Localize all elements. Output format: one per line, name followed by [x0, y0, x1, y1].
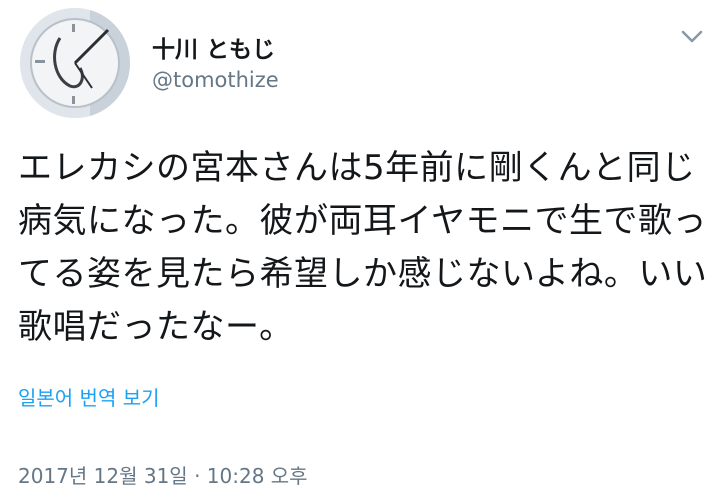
avatar-clock-image: [20, 8, 130, 118]
chevron-down-icon[interactable]: [680, 28, 704, 46]
user-avatar[interactable]: [20, 8, 130, 118]
tweet-timestamp[interactable]: 2017년 12월 31일 · 10:28 오후: [18, 460, 308, 489]
user-display-name[interactable]: 十川 ともじ: [152, 30, 275, 64]
tweet-text: エレカシの宮本さんは5年前に剛くんと同じ病気になった。彼が両耳イヤモニで生で歌っ…: [18, 148, 708, 347]
translate-tweet-link[interactable]: 일본어 번역 보기: [18, 382, 160, 411]
user-handle[interactable]: @tomothize: [152, 68, 279, 92]
